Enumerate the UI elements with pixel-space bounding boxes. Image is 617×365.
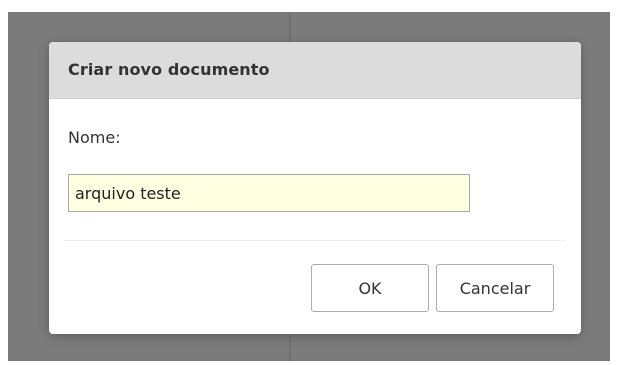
dialog-body: Nome: xyxy=(49,99,581,241)
name-label: Nome: xyxy=(68,128,121,147)
create-document-dialog: Criar novo documento Nome: OK Cancelar xyxy=(49,42,581,334)
ok-button[interactable]: OK xyxy=(311,264,429,312)
cancel-button[interactable]: Cancelar xyxy=(436,264,554,312)
name-input[interactable] xyxy=(68,174,470,212)
dialog-title: Criar novo documento xyxy=(68,60,270,79)
dialog-header: Criar novo documento xyxy=(49,42,581,99)
dialog-footer: OK Cancelar xyxy=(49,241,581,334)
